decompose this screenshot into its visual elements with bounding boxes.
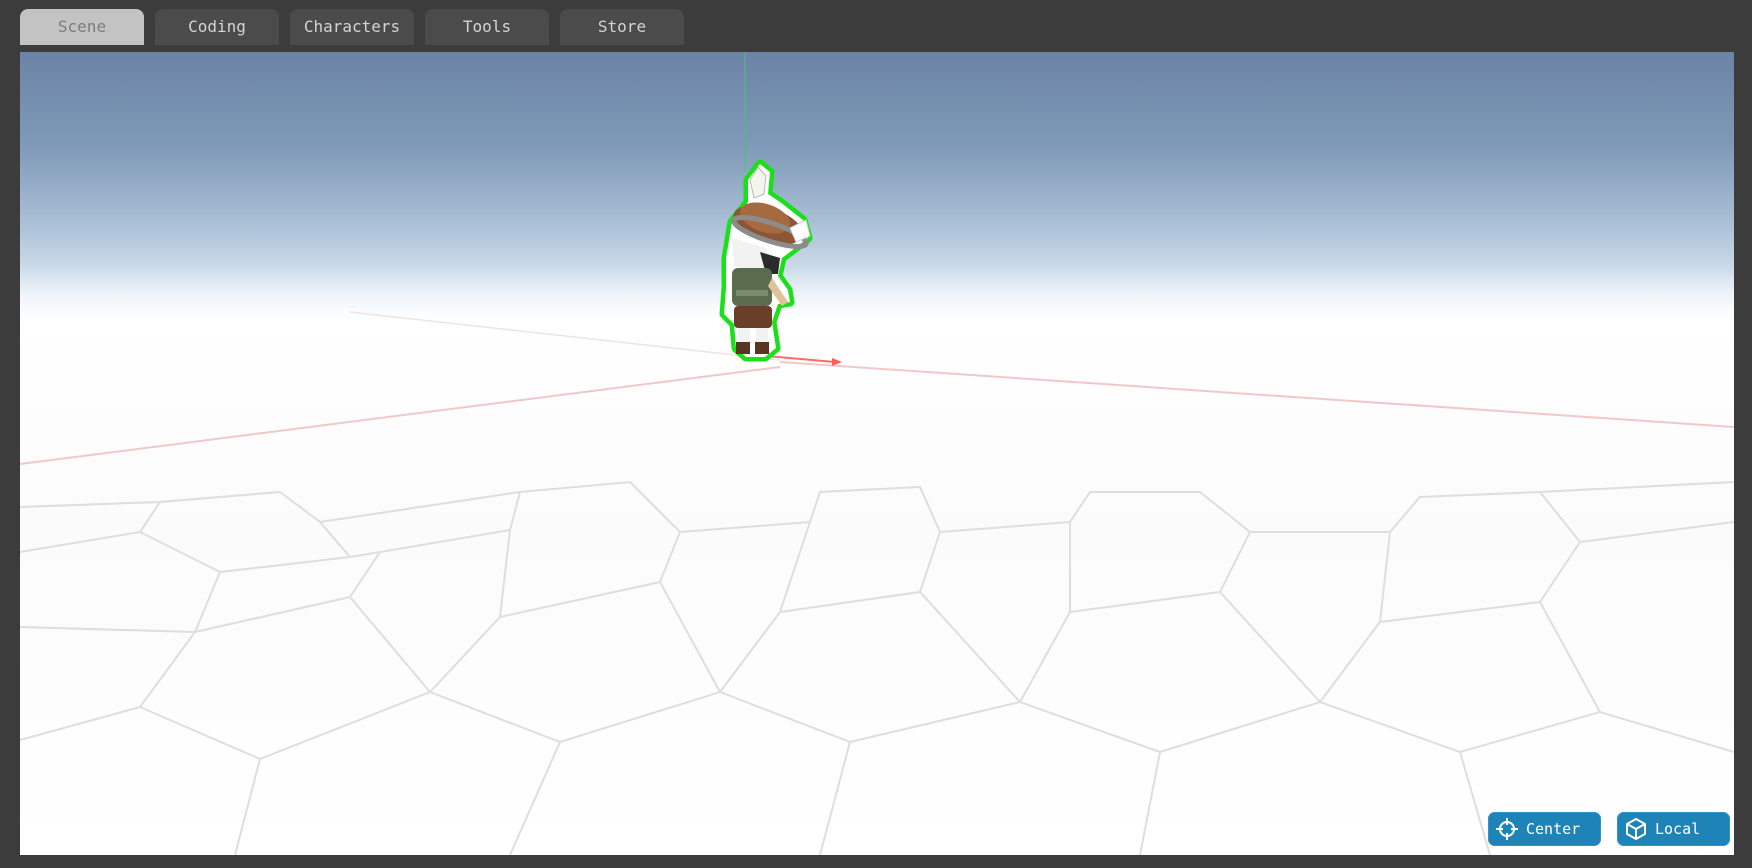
local-button-label: Local — [1655, 820, 1701, 838]
tab-bar: Scene Coding Characters Tools Store — [0, 0, 1752, 52]
tab-scene[interactable]: Scene — [20, 9, 144, 45]
center-button[interactable]: Center — [1488, 812, 1601, 846]
tab-characters[interactable]: Characters — [290, 9, 414, 45]
editor-window: Scene Coding Characters Tools Store Cent… — [0, 0, 1752, 868]
tab-coding[interactable]: Coding — [155, 9, 279, 45]
horizon-haze — [20, 267, 1734, 327]
cube-icon — [1623, 816, 1649, 842]
center-button-label: Center — [1526, 820, 1581, 838]
crosshair-icon — [1494, 816, 1520, 842]
scene-viewport[interactable]: Center Local — [20, 52, 1734, 855]
scene-canvas[interactable] — [20, 52, 1734, 855]
bottom-frame — [0, 855, 1752, 868]
tab-tools[interactable]: Tools — [425, 9, 549, 45]
local-button[interactable]: Local — [1617, 812, 1730, 846]
ground-plane — [20, 320, 1734, 855]
tab-store[interactable]: Store — [560, 9, 684, 45]
